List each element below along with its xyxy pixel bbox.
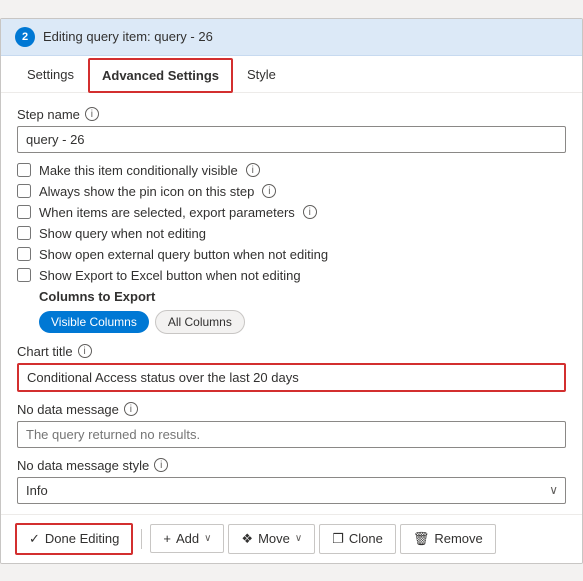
checkbox-show-query-label: Show query when not editing bbox=[39, 226, 206, 241]
move-icon: ❖ bbox=[241, 531, 253, 547]
cond-visible-info-icon[interactable]: i bbox=[246, 163, 260, 177]
no-data-message-group: No data message i bbox=[17, 402, 566, 448]
no-data-style-label-row: No data message style i bbox=[17, 458, 566, 473]
remove-label: Remove bbox=[434, 531, 482, 546]
no-data-message-label: No data message bbox=[17, 402, 119, 417]
step-name-input[interactable] bbox=[17, 126, 566, 153]
checkbox-show-excel-input[interactable] bbox=[17, 268, 31, 282]
checkbox-cond-visible-label: Make this item conditionally visible bbox=[39, 163, 238, 178]
show-pin-info-icon[interactable]: i bbox=[262, 184, 276, 198]
clone-button[interactable]: ❐ Clone bbox=[319, 524, 396, 554]
add-label: Add bbox=[176, 531, 199, 546]
main-panel: 2 Editing query item: query - 26 Setting… bbox=[0, 18, 583, 564]
step-badge: 2 bbox=[15, 27, 35, 47]
done-editing-button[interactable]: ✓ Done Editing bbox=[15, 523, 133, 555]
visible-columns-button[interactable]: Visible Columns bbox=[39, 311, 149, 333]
checkbox-cond-visible-input[interactable] bbox=[17, 163, 31, 177]
tab-bar: Settings Advanced Settings Style bbox=[1, 58, 582, 93]
no-data-style-info-icon[interactable]: i bbox=[154, 458, 168, 472]
move-button[interactable]: ❖ Move ∨ bbox=[228, 524, 315, 554]
add-chevron-icon: ∨ bbox=[204, 533, 211, 544]
columns-export-section: Columns to Export Visible Columns All Co… bbox=[39, 289, 566, 334]
checkbox-show-excel-label: Show Export to Excel button when not edi… bbox=[39, 268, 301, 283]
checkbox-show-ext-query: Show open external query button when not… bbox=[17, 247, 566, 262]
all-columns-button[interactable]: All Columns bbox=[155, 310, 245, 334]
chart-title-label: Chart title bbox=[17, 344, 73, 359]
trash-icon: 🗑 bbox=[413, 531, 430, 547]
step-name-group: Step name i bbox=[17, 107, 566, 153]
footer-divider-1 bbox=[141, 529, 142, 549]
columns-buttons-group: Visible Columns All Columns bbox=[39, 310, 566, 334]
checkbox-show-pin-label: Always show the pin icon on this step bbox=[39, 184, 254, 199]
columns-export-label: Columns to Export bbox=[39, 289, 566, 304]
add-plus-icon: + bbox=[163, 531, 171, 546]
checkbox-export-params-input[interactable] bbox=[17, 205, 31, 219]
no-data-message-input[interactable] bbox=[17, 421, 566, 448]
checkbox-export-params: When items are selected, export paramete… bbox=[17, 205, 566, 220]
checkbox-show-query-input[interactable] bbox=[17, 226, 31, 240]
checkbox-show-ext-query-label: Show open external query button when not… bbox=[39, 247, 328, 262]
add-button[interactable]: + Add ∨ bbox=[150, 524, 224, 553]
checkbox-show-pin-input[interactable] bbox=[17, 184, 31, 198]
clone-icon: ❐ bbox=[332, 531, 344, 547]
chart-title-input[interactable] bbox=[17, 363, 566, 392]
export-params-info-icon[interactable]: i bbox=[303, 205, 317, 219]
checkbox-show-query: Show query when not editing bbox=[17, 226, 566, 241]
move-label: Move bbox=[258, 531, 290, 546]
checkbox-cond-visible: Make this item conditionally visible i bbox=[17, 163, 566, 178]
checkboxes-group: Make this item conditionally visible i A… bbox=[17, 163, 566, 283]
chart-title-label-row: Chart title i bbox=[17, 344, 566, 359]
checkbox-show-ext-query-input[interactable] bbox=[17, 247, 31, 261]
tab-advanced-settings[interactable]: Advanced Settings bbox=[88, 58, 233, 93]
tab-settings[interactable]: Settings bbox=[15, 58, 86, 93]
panel-title: Editing query item: query - 26 bbox=[43, 29, 213, 44]
tab-style[interactable]: Style bbox=[235, 58, 288, 93]
checkbox-show-pin: Always show the pin icon on this step i bbox=[17, 184, 566, 199]
step-name-label: Step name bbox=[17, 107, 80, 122]
no-data-style-select[interactable]: Info Warning Error bbox=[17, 477, 566, 504]
step-name-info-icon[interactable]: i bbox=[85, 107, 99, 121]
footer-bar: ✓ Done Editing + Add ∨ ❖ Move ∨ ❐ Clone … bbox=[1, 514, 582, 563]
move-chevron-icon: ∨ bbox=[295, 533, 302, 544]
clone-label: Clone bbox=[349, 531, 383, 546]
no-data-style-select-wrapper: Info Warning Error ∨ bbox=[17, 477, 566, 504]
done-check-icon: ✓ bbox=[29, 531, 40, 547]
no-data-style-label: No data message style bbox=[17, 458, 149, 473]
chart-title-group: Chart title i bbox=[17, 344, 566, 392]
checkbox-export-params-label: When items are selected, export paramete… bbox=[39, 205, 295, 220]
chart-title-info-icon[interactable]: i bbox=[78, 344, 92, 358]
no-data-style-group: No data message style i Info Warning Err… bbox=[17, 458, 566, 504]
no-data-message-label-row: No data message i bbox=[17, 402, 566, 417]
no-data-message-info-icon[interactable]: i bbox=[124, 402, 138, 416]
panel-header: 2 Editing query item: query - 26 bbox=[1, 19, 582, 56]
checkbox-show-excel: Show Export to Excel button when not edi… bbox=[17, 268, 566, 283]
step-name-label-row: Step name i bbox=[17, 107, 566, 122]
remove-button[interactable]: 🗑 Remove bbox=[400, 524, 496, 554]
done-editing-label: Done Editing bbox=[45, 531, 119, 546]
content-area: Step name i Make this item conditionally… bbox=[1, 93, 582, 504]
